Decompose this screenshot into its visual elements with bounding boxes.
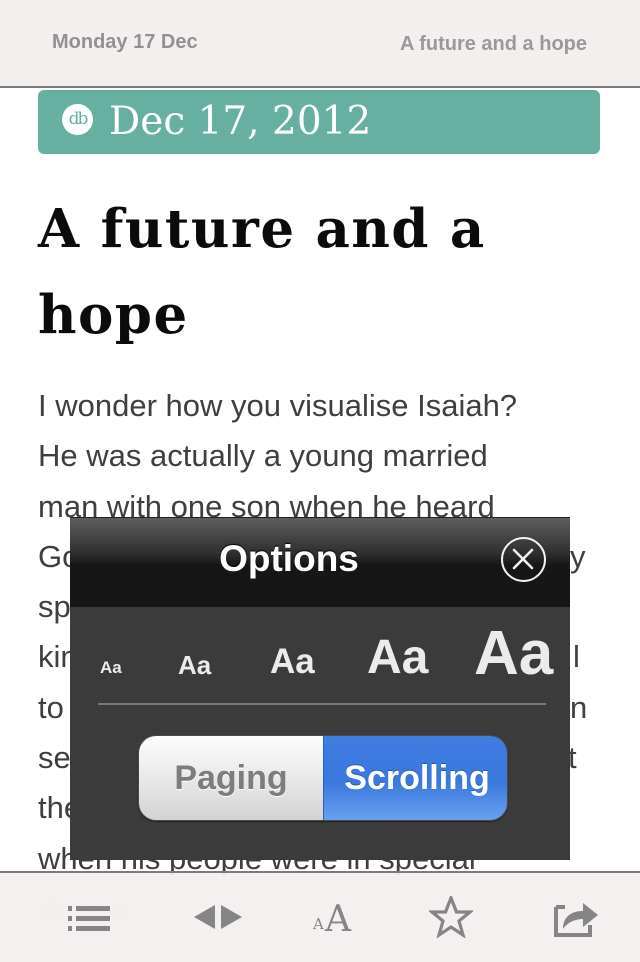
star-icon bbox=[429, 896, 473, 938]
font-size-option-s[interactable]: Aa bbox=[178, 650, 211, 681]
prev-next-button[interactable] bbox=[178, 873, 258, 962]
contents-button[interactable] bbox=[50, 873, 130, 962]
layout-mode-segmented-control: Paging Scrolling bbox=[138, 735, 508, 821]
prev-next-arrows-icon bbox=[194, 905, 242, 929]
options-divider bbox=[98, 703, 546, 705]
date-banner: db Dec 17, 2012 bbox=[38, 90, 600, 154]
body-line: I wonder how you visualise Isaiah? bbox=[38, 381, 618, 431]
close-button[interactable] bbox=[501, 537, 546, 582]
current-day-label: Monday 17 Dec bbox=[52, 31, 198, 53]
share-button[interactable] bbox=[535, 873, 615, 962]
font-size-option-l[interactable]: Aa bbox=[367, 630, 428, 685]
top-bar: Monday 17 Dec A future and a hope bbox=[0, 0, 640, 88]
body-line: He was actually a young married bbox=[38, 431, 618, 481]
share-icon bbox=[554, 903, 598, 937]
font-size-option-xl[interactable]: Aa bbox=[474, 618, 553, 689]
options-header: Options bbox=[70, 517, 570, 607]
font-size-selector: Aa Aa Aa Aa Aa bbox=[70, 606, 570, 706]
close-circle-icon bbox=[512, 548, 534, 570]
body-line-text-right: y bbox=[570, 538, 586, 574]
body-line-text: I wonder how you visualise Isaiah? bbox=[38, 388, 518, 423]
font-size-option-xs[interactable]: Aa bbox=[100, 658, 122, 678]
body-line-text: sp bbox=[38, 589, 71, 625]
text-size-button[interactable]: A A bbox=[293, 873, 373, 962]
favourite-button[interactable] bbox=[411, 873, 491, 962]
current-article-label: A future and a hope bbox=[399, 33, 587, 55]
options-panel: Options Aa Aa Aa Aa Aa Paging Scrolling bbox=[70, 517, 570, 860]
bottom-toolbar: A A bbox=[0, 871, 640, 962]
paging-segment[interactable]: Paging bbox=[139, 736, 323, 820]
scrolling-segment[interactable]: Scrolling bbox=[323, 736, 507, 820]
font-size-icon-large-a: A bbox=[324, 899, 352, 937]
font-size-icon-small-a: A bbox=[312, 915, 324, 933]
options-title: Options bbox=[219, 538, 359, 579]
body-line-text-right: l bbox=[573, 639, 580, 675]
db-logo-icon: db bbox=[62, 104, 93, 135]
font-size-option-m[interactable]: Aa bbox=[270, 642, 315, 682]
body-line-text: se bbox=[38, 740, 71, 776]
banner-date: Dec 17, 2012 bbox=[109, 99, 372, 144]
list-icon bbox=[68, 906, 110, 931]
article-title: A future and a hope bbox=[38, 198, 486, 346]
body-line-text: to bbox=[38, 689, 64, 725]
body-line-text-right: n bbox=[570, 689, 588, 725]
font-size-icon: A A bbox=[312, 899, 352, 937]
body-line-text: He was actually a young married bbox=[38, 438, 488, 474]
